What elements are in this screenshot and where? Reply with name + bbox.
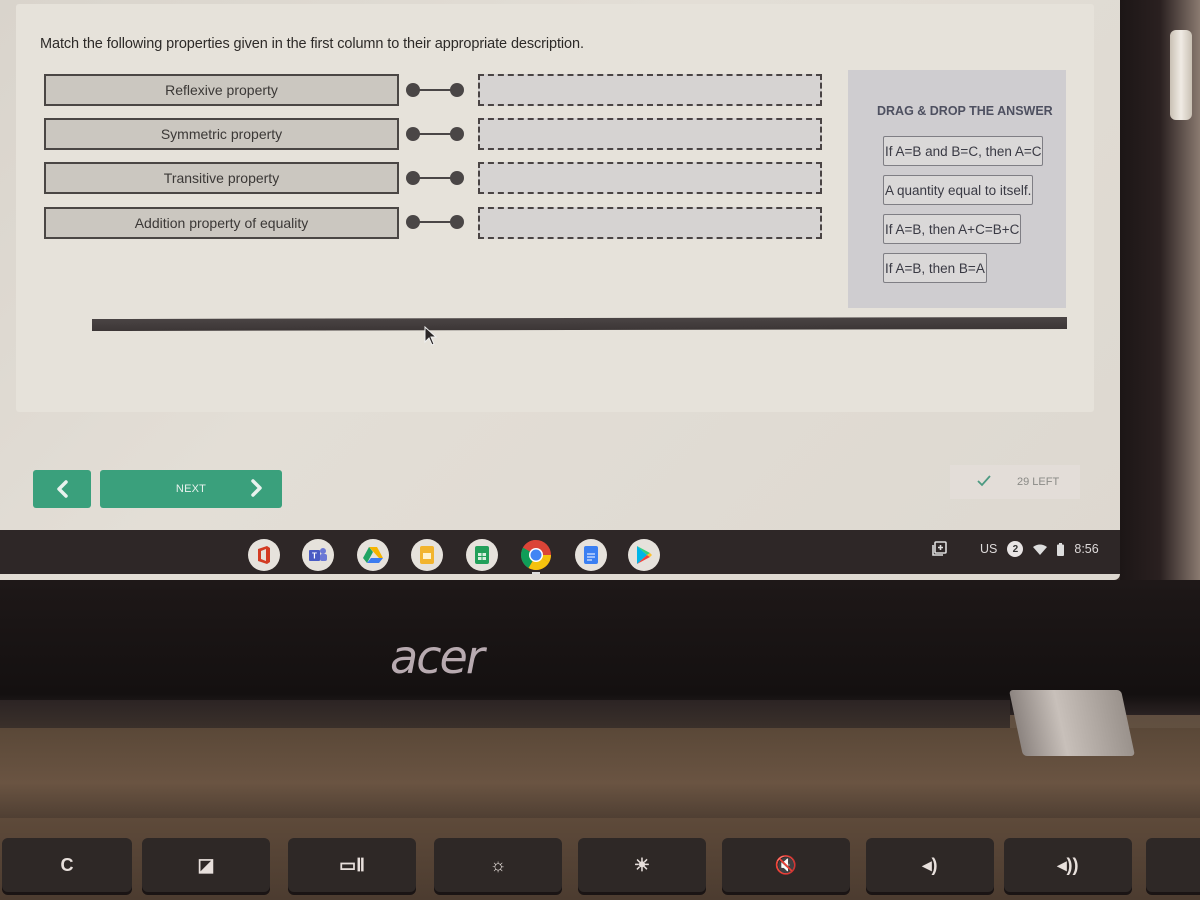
connector-icon bbox=[406, 80, 466, 100]
brightness-up-icon: ☀ bbox=[633, 854, 651, 875]
keyboard-layout-indicator[interactable]: US bbox=[980, 542, 997, 556]
property-label: Symmetric property bbox=[160, 126, 283, 142]
progress-status: 29 LEFT bbox=[950, 465, 1080, 499]
property-box-reflexive: Reflexive property bbox=[44, 74, 399, 106]
bezel-reflection bbox=[1170, 30, 1192, 120]
property-box-transitive: Transitive property bbox=[44, 162, 399, 194]
sheets-icon[interactable] bbox=[466, 539, 498, 571]
clock-time[interactable]: 8:56 bbox=[1074, 542, 1098, 556]
previous-button[interactable] bbox=[33, 470, 91, 508]
play-store-icon[interactable] bbox=[628, 539, 660, 571]
mute-icon: 🔇 bbox=[774, 854, 798, 875]
connector-icon bbox=[406, 168, 466, 188]
active-app-indicator bbox=[532, 572, 540, 574]
answer-panel: DRAG & DROP THE ANSWER If A=B and B=C, t… bbox=[848, 70, 1066, 308]
drive-icon[interactable] bbox=[357, 539, 389, 571]
battery-icon bbox=[1057, 542, 1065, 556]
hinge-clip bbox=[1008, 690, 1136, 756]
brightness-up-key[interactable]: ☀ bbox=[578, 838, 706, 892]
checkmark-icon bbox=[977, 475, 991, 487]
overview-icon: ▭Ⅱ bbox=[339, 854, 365, 875]
office-icon[interactable] bbox=[248, 539, 280, 571]
system-tray[interactable]: US 2 8:56 bbox=[930, 537, 1099, 561]
property-label: Addition property of equality bbox=[134, 215, 309, 231]
connector-icon bbox=[406, 212, 466, 232]
next-button[interactable]: NEXT bbox=[100, 470, 282, 508]
property-box-addition: Addition property of equality bbox=[44, 207, 399, 239]
refresh-key[interactable]: C bbox=[2, 838, 132, 892]
brightness-down-key[interactable]: ☼ bbox=[434, 838, 562, 892]
fullscreen-icon: ◪ bbox=[197, 854, 215, 875]
quiz-card: Match the following properties given in … bbox=[16, 4, 1094, 412]
screen-capture-icon[interactable] bbox=[930, 540, 948, 558]
connector-icon bbox=[406, 124, 466, 144]
volume-down-key[interactable]: ◂) bbox=[866, 838, 994, 892]
answer-chip-addition[interactable]: If A=B, then A+C=B+C bbox=[883, 214, 1022, 244]
chrome-icon[interactable] bbox=[520, 539, 552, 571]
mute-key[interactable]: 🔇 bbox=[722, 838, 850, 892]
next-label: NEXT bbox=[175, 483, 207, 495]
drop-zone-1[interactable] bbox=[478, 74, 822, 106]
volume-up-icon: ◂)) bbox=[1057, 854, 1079, 875]
wifi-icon bbox=[1033, 544, 1048, 555]
volume-down-icon: ◂) bbox=[922, 854, 938, 875]
hinge bbox=[0, 700, 1010, 728]
chevron-left-icon bbox=[57, 480, 68, 498]
drop-zone-4[interactable] bbox=[478, 207, 822, 239]
questions-left-text: 29 LEFT bbox=[1017, 476, 1060, 488]
volume-up-key[interactable]: ◂)) bbox=[1004, 838, 1132, 892]
answer-chip-symmetric[interactable]: If A=B, then B=A bbox=[883, 253, 987, 283]
mouse-cursor-icon bbox=[424, 326, 438, 346]
fullscreen-key[interactable]: ◪ bbox=[142, 838, 270, 892]
acer-logo: acer bbox=[390, 630, 485, 684]
overview-key[interactable]: ▭Ⅱ bbox=[288, 838, 416, 892]
property-label: Transitive property bbox=[163, 170, 280, 186]
property-box-symmetric: Symmetric property bbox=[44, 118, 399, 150]
brightness-down-icon: ☼ bbox=[489, 854, 507, 875]
laptop-screen: Match the following properties given in … bbox=[0, 0, 1120, 580]
drop-zone-2[interactable] bbox=[478, 118, 822, 150]
answer-panel-title: DRAG & DROP THE ANSWER bbox=[877, 104, 1053, 118]
slides-icon[interactable] bbox=[411, 539, 443, 571]
question-text: Match the following properties given in … bbox=[40, 36, 584, 52]
drop-zone-3[interactable] bbox=[478, 162, 822, 194]
answer-chip-transitive[interactable]: If A=B and B=C, then A=C bbox=[883, 136, 1044, 166]
chevron-right-icon bbox=[251, 479, 262, 497]
answer-chip-reflexive[interactable]: A quantity equal to itself. bbox=[883, 175, 1034, 205]
teams-icon[interactable]: T bbox=[302, 539, 334, 571]
svg-text:T: T bbox=[312, 552, 317, 561]
divider-bar bbox=[92, 316, 1067, 332]
property-label: Reflexive property bbox=[165, 82, 278, 98]
refresh-icon: C bbox=[60, 854, 74, 875]
power-key-partial[interactable] bbox=[1146, 838, 1200, 892]
docs-icon[interactable] bbox=[575, 539, 607, 571]
notification-count-badge[interactable]: 2 bbox=[1007, 541, 1024, 557]
